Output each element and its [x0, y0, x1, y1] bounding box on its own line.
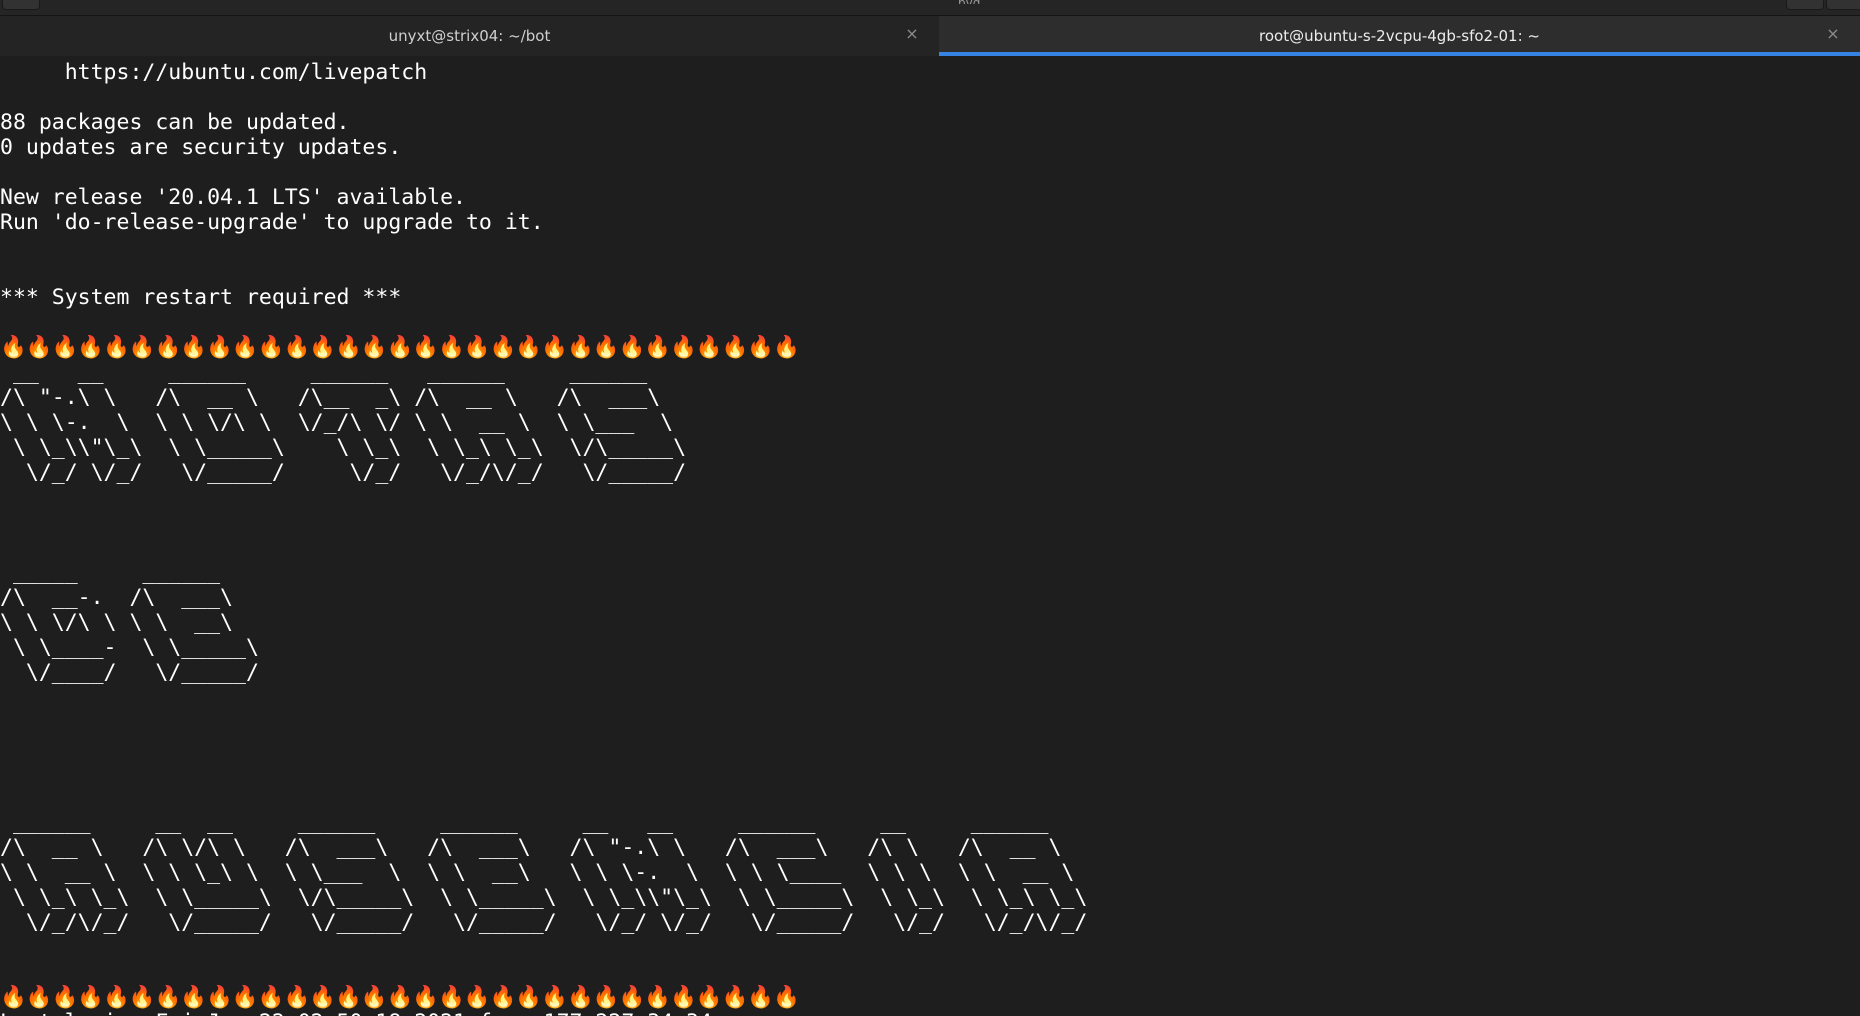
- terminal-line: \ \ \-. \ \ \ \/\ \ \/_/\ \/ \ \ __ \ \ …: [0, 410, 674, 435]
- terminal-line: \ \ \/\ \ \ \ __\: [0, 610, 233, 635]
- close-icon[interactable]: ×: [903, 24, 921, 43]
- terminal-line: __ __ ______ ______ ______ ______: [0, 360, 648, 385]
- minimize-button[interactable]: [1826, 0, 1860, 10]
- tab-ubuntu-server[interactable]: root@ubuntu-s-2vcpu-4gb-sfo2-01: ~ ×: [939, 16, 1860, 56]
- terminal-line: _____ ______: [0, 560, 221, 585]
- terminal-line: \ \____- \ \_____\: [0, 635, 259, 660]
- terminal-line: \ \ __ \ \ \ \_\ \ \ \___ \ \ \ __\ \ \ …: [0, 860, 1075, 885]
- window-title: pyg: [958, 0, 998, 4]
- close-icon[interactable]: ×: [1824, 24, 1842, 43]
- terminal-line: \/_/ \/_/ \/_____/ \/_/ \/_/\/_/ \/_____…: [0, 460, 687, 485]
- terminal-line: Last login: Fri Jan 22 02:50:18 2021 fro…: [0, 1010, 1860, 1016]
- window-titlebar[interactable]: pyg: [0, 0, 1860, 16]
- terminal-line: 🔥🔥🔥🔥🔥🔥🔥🔥🔥🔥🔥🔥🔥🔥🔥🔥🔥🔥🔥🔥🔥🔥🔥🔥🔥🔥🔥🔥🔥🔥🔥: [0, 985, 800, 1010]
- terminal-line: https://ubuntu.com/livepatch: [0, 60, 428, 85]
- terminal-line: 🔥🔥🔥🔥🔥🔥🔥🔥🔥🔥🔥🔥🔥🔥🔥🔥🔥🔥🔥🔥🔥🔥🔥🔥🔥🔥🔥🔥🔥🔥🔥: [0, 335, 800, 360]
- terminal-line: \ \_\\"\_\ \ \_____\ \ \_\ \ \_\ \_\ \/\…: [0, 435, 687, 460]
- terminal-line: New release '20.04.1 LTS' available.: [0, 185, 466, 210]
- terminal-line: *** System restart required ***: [0, 285, 402, 310]
- menu-button[interactable]: [1786, 0, 1824, 10]
- terminal-line: /\ "-.\ \ /\ __ \ /\__ _\ /\ __ \ /\ ___…: [0, 385, 661, 410]
- new-tab-button[interactable]: [2, 0, 40, 10]
- terminal-line: ______ __ __ ______ ______ __ __ ______ …: [0, 810, 1049, 835]
- terminal-line: /\ __ \ /\ \/\ \ /\ ___\ /\ ___\ /\ "-.\…: [0, 835, 1062, 860]
- tab-bar: unyxt@strix04: ~/bot × root@ubuntu-s-2vc…: [0, 16, 1860, 56]
- terminal-line: \ \_\ \_\ \ \_____\ \/\_____\ \ \_____\ …: [0, 885, 1088, 910]
- terminal-line: 0 updates are security updates.: [0, 135, 402, 160]
- terminal-output[interactable]: https://ubuntu.com/livepatch 88 packages …: [0, 60, 1860, 1016]
- terminal-line: Run 'do-release-upgrade' to upgrade to i…: [0, 210, 544, 235]
- tab-label: unyxt@strix04: ~/bot: [388, 27, 551, 45]
- terminal-line: 88 packages can be updated.: [0, 110, 350, 135]
- tab-label: root@ubuntu-s-2vcpu-4gb-sfo2-01: ~: [1259, 27, 1540, 45]
- terminal-line: \/_/\/_/ \/_____/ \/_____/ \/_____/ \/_/…: [0, 910, 1088, 935]
- terminal-line: \/____/ \/_____/: [0, 660, 259, 685]
- terminal-window: pyg unyxt@strix04: ~/bot × root@ubuntu-s…: [0, 0, 1860, 1016]
- terminal-line: /\ __-. /\ ___\: [0, 585, 233, 610]
- tab-strix04[interactable]: unyxt@strix04: ~/bot ×: [0, 16, 939, 56]
